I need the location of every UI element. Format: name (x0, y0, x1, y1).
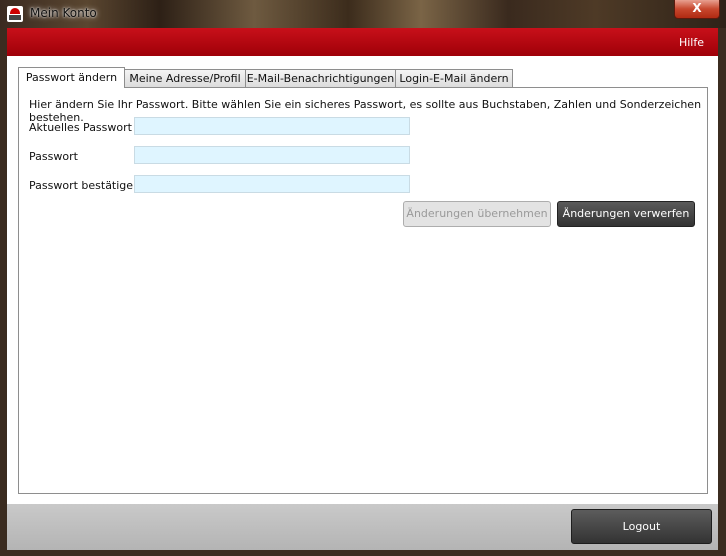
confirm-password-label: Passwort bestätigen (29, 179, 141, 192)
new-password-label: Passwort (29, 150, 78, 163)
window-title: Mein Konto (30, 6, 97, 20)
header-bar: Hilfe (7, 28, 718, 56)
tab-email-benachrichtigungen[interactable]: E-Mail-Benachrichtigungen (245, 69, 396, 87)
tab-panel: Hier ändern Sie Ihr Passwort. Bitte wähl… (18, 87, 708, 494)
close-button[interactable]: X (674, 0, 720, 19)
discard-changes-button[interactable]: Änderungen verwerfen (557, 201, 695, 227)
current-password-label: Aktuelles Passwort (29, 121, 132, 134)
window-client: Hilfe Passwort ändern Meine Adresse/Prof… (7, 28, 718, 550)
tab-passwort-aendern[interactable]: Passwort ändern (18, 67, 125, 88)
footer-bar: Logout (7, 504, 718, 550)
window-titlebar[interactable]: Mein Konto X (0, 0, 726, 28)
tab-login-email-aendern[interactable]: Login-E-Mail ändern (395, 69, 513, 87)
app-icon (7, 6, 23, 22)
help-link[interactable]: Hilfe (679, 36, 704, 49)
tab-meine-adresse-profil[interactable]: Meine Adresse/Profil (124, 69, 246, 87)
apply-changes-button[interactable]: Änderungen übernehmen (403, 201, 551, 227)
logout-button[interactable]: Logout (571, 509, 712, 544)
new-password-field[interactable] (134, 146, 410, 164)
window-frame: Hilfe Passwort ändern Meine Adresse/Prof… (0, 28, 726, 556)
confirm-password-field[interactable] (134, 175, 410, 193)
current-password-field[interactable] (134, 117, 410, 135)
